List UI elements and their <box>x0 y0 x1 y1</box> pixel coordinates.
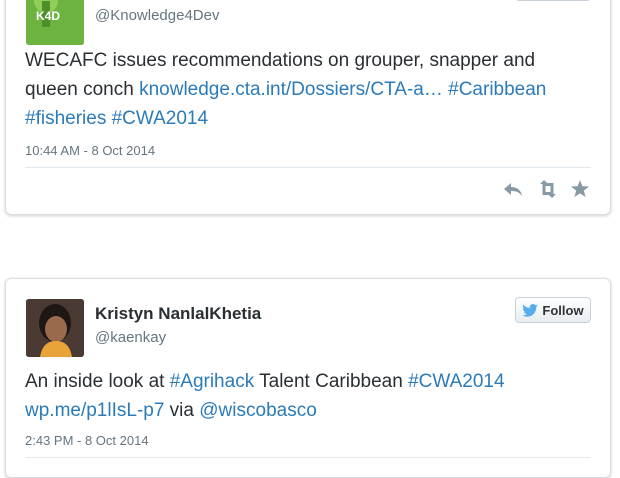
hashtag-link[interactable]: #Agrihack <box>170 371 255 392</box>
avatar-knowledge4dev[interactable]: K4D <box>26 0 84 45</box>
follow-button[interactable]: Follow <box>515 297 591 323</box>
tweet-divider <box>25 167 591 168</box>
twitter-bird-icon <box>522 303 539 317</box>
tweet-timestamp[interactable]: 10:44 AM - 8 Oct 2014 <box>25 143 155 158</box>
avatar-kaenkay[interactable] <box>26 299 84 357</box>
reply-icon[interactable] <box>502 180 524 198</box>
k4d-logo: K4D <box>26 0 84 45</box>
url-link[interactable]: wp.me/p1lIsL-p7 <box>25 400 164 421</box>
url-link[interactable]: knowledge.cta.int/Dossiers/CTA-a… <box>139 79 443 100</box>
tweet-card-kaenkay: Kristyn NanlalKhetia @kaenkay Follow An … <box>5 278 611 478</box>
tweet-card-knowledge4dev: K4D @Knowledge4Dev WECAFC issues recomme… <box>5 0 611 215</box>
hashtag-link[interactable]: #fisheries <box>25 108 106 129</box>
hashtag-link[interactable]: #CWA2014 <box>112 108 208 129</box>
tweet-timestamp[interactable]: 2:43 PM - 8 Oct 2014 <box>25 433 149 448</box>
mention-link[interactable]: @wiscobasco <box>199 400 317 421</box>
avatar-logo-text: K4D <box>36 9 60 23</box>
tweet-actions <box>502 180 592 198</box>
follow-button-label: Follow <box>542 302 584 318</box>
tweet-text: An inside look at #Agrihack Talent Carib… <box>25 367 591 425</box>
hashtag-link[interactable]: #CWA2014 <box>408 371 504 392</box>
tweet-text-segment: An inside look at <box>25 371 170 392</box>
tweet-text-segment: via <box>164 400 200 421</box>
hashtag-link[interactable]: #Caribbean <box>448 79 546 100</box>
tweet-divider <box>25 457 591 458</box>
retweet-icon[interactable] <box>536 180 558 198</box>
tweet-text: WECAFC issues recommendations on grouper… <box>25 46 591 133</box>
follow-button[interactable] <box>515 0 591 1</box>
favorite-icon[interactable] <box>570 180 592 198</box>
tweet-author-name[interactable]: Kristyn NanlalKhetia <box>95 304 261 324</box>
profile-photo <box>26 299 84 357</box>
tweet-text-segment: Talent Caribbean <box>254 371 409 392</box>
tweet-author-handle[interactable]: @kaenkay <box>95 329 166 346</box>
tweet-author-handle[interactable]: @Knowledge4Dev <box>95 7 219 24</box>
